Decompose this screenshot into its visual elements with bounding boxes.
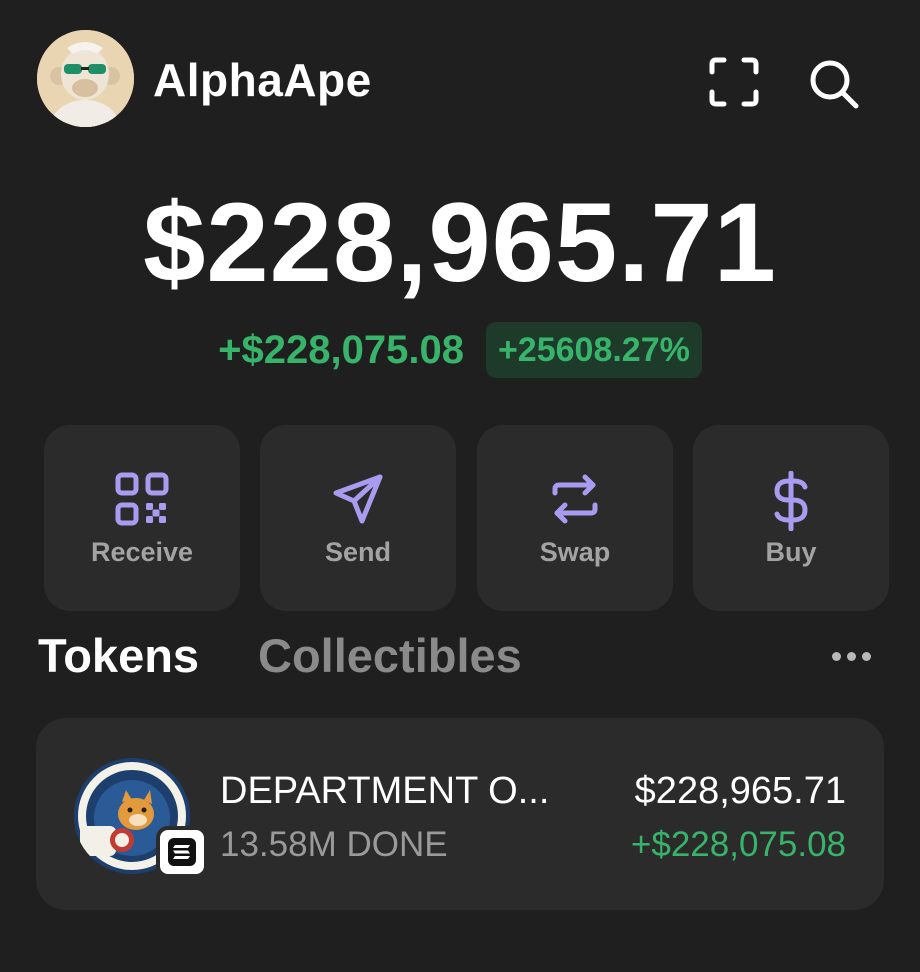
token-value: $228,965.71: [634, 770, 846, 812]
swap-arrows-icon: [552, 474, 598, 524]
scan-button[interactable]: [708, 56, 760, 108]
search-button[interactable]: [806, 56, 862, 112]
swap-button[interactable]: Swap: [477, 425, 673, 611]
token-quantity: 13.58M DONE: [220, 825, 448, 864]
buy-label: Buy: [765, 537, 817, 567]
search-icon: [810, 60, 859, 109]
avatar[interactable]: [37, 30, 134, 127]
send-button[interactable]: Send: [260, 425, 456, 611]
balance-change-row: +$228,075.08 +25608.27%: [0, 322, 920, 378]
buy-button[interactable]: Buy: [693, 425, 889, 611]
token-name: DEPARTMENT O...: [220, 770, 550, 812]
solana-icon: [160, 830, 204, 874]
qr-code-icon: [115, 472, 169, 526]
scan-icon: [709, 57, 759, 107]
receive-label: Receive: [90, 537, 194, 567]
solana-badge: [156, 826, 208, 878]
ape-avatar-icon: [37, 30, 134, 127]
tab-tokens[interactable]: Tokens: [38, 626, 199, 686]
more-options-icon[interactable]: [832, 646, 880, 666]
send-label: Send: [324, 537, 391, 567]
balance-change-percent-badge: +25608.27%: [485, 322, 702, 378]
swap-label: Swap: [539, 537, 611, 567]
token-change: +$228,075.08: [630, 825, 846, 864]
more-dot: [862, 651, 871, 661]
more-dot: [832, 651, 841, 661]
balance-change-amount: +$228,075.08: [218, 328, 464, 372]
account-name[interactable]: AlphaApe: [153, 52, 372, 108]
total-balance: $228,965.71: [143, 180, 777, 305]
tab-collectibles[interactable]: Collectibles: [258, 626, 522, 686]
more-dot: [847, 651, 856, 661]
send-arrow-icon: [333, 474, 383, 524]
receive-button[interactable]: Receive: [44, 425, 240, 611]
dollar-icon: [774, 471, 808, 531]
token-row[interactable]: DEPARTMENT O... 13.58M DONE $228,965.71 …: [36, 718, 884, 910]
